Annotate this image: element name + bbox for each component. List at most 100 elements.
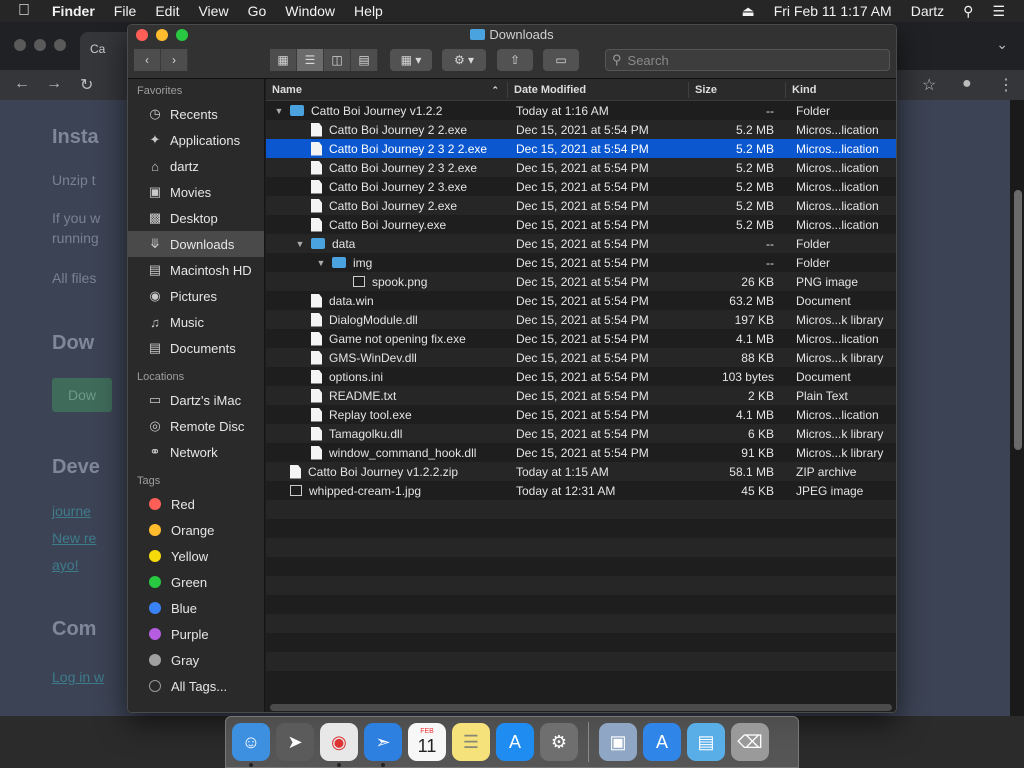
file-row[interactable]: data.win Dec 15, 2021 at 5:54 PM 63.2 MB Do… xyxy=(266,291,896,310)
sidebar-item-macintosh-hd[interactable]: ▤ Macintosh HD xyxy=(128,257,264,283)
app-store-icon[interactable]: A xyxy=(496,723,534,761)
chevron-down-icon[interactable]: ⌄ xyxy=(996,36,1008,53)
file-row[interactable]: options.ini Dec 15, 2021 at 5:54 PM 103 by… xyxy=(266,367,896,386)
file-row[interactable]: ▼ img Dec 15, 2021 at 5:54 PM -- Folder xyxy=(266,253,896,272)
menu-clock[interactable]: Fri Feb 11 1:17 AM xyxy=(774,3,892,19)
file-row[interactable]: spook.png Dec 15, 2021 at 5:54 PM 26 KB PNG… xyxy=(266,272,896,291)
tags-button[interactable]: ▭ xyxy=(543,49,579,71)
sidebar-item-recents[interactable]: ◷ Recents xyxy=(128,101,264,127)
sidebar-tag-purple[interactable]: Purple xyxy=(128,621,264,647)
sidebar-tag-all-tags[interactable]: All Tags... xyxy=(128,673,264,699)
forward-icon[interactable]: → xyxy=(46,75,62,93)
page-link[interactable]: Log in w xyxy=(52,669,104,685)
page-link[interactable]: journe xyxy=(52,503,91,519)
download-button[interactable]: Dow xyxy=(52,378,112,412)
sidebar-item-pictures[interactable]: ◉ Pictures xyxy=(128,283,264,309)
page-link[interactable]: New re xyxy=(52,530,96,546)
preview-icon[interactable]: ▣ xyxy=(599,723,637,761)
file-row[interactable]: Game not opening fix.exe Dec 15, 2021 at … xyxy=(266,329,896,348)
list-view-button[interactable]: ☰ xyxy=(297,49,324,71)
group-button[interactable]: ▦ ▾ xyxy=(390,49,432,71)
file-row[interactable]: Catto Boi Journey 2 3 2 2.exe Dec 15, 202… xyxy=(266,139,896,158)
column-header-date[interactable]: Date Modified xyxy=(508,81,689,98)
sidebar-item-downloads[interactable]: ⤋ Downloads xyxy=(128,231,264,257)
applications-folder-icon[interactable]: A xyxy=(643,723,681,761)
file-row[interactable]: Tamagolku.dll Dec 15, 2021 at 5:54 PM 6 KB… xyxy=(266,424,896,443)
sidebar-tag-yellow[interactable]: Yellow xyxy=(128,543,264,569)
disclosure-triangle-icon[interactable]: ▼ xyxy=(274,106,284,116)
menu-window[interactable]: Window xyxy=(285,3,335,19)
horizontal-scrollbar[interactable] xyxy=(270,704,892,711)
column-view-button[interactable]: ◫ xyxy=(324,49,351,71)
file-row[interactable]: Catto Boi Journey 2 2.exe Dec 15, 2021 at… xyxy=(266,120,896,139)
column-header-kind[interactable]: Kind xyxy=(786,82,896,98)
sidebar-item-dartz-s-imac[interactable]: ▭ Dartz's iMac xyxy=(128,387,264,413)
notes-icon[interactable]: ☰ xyxy=(452,723,490,761)
sidebar-item-desktop[interactable]: ▩ Desktop xyxy=(128,205,264,231)
file-row[interactable]: Replay tool.exe Dec 15, 2021 at 5:54 PM 4.… xyxy=(266,405,896,424)
file-row[interactable]: whipped-cream-1.jpg Today at 12:31 AM 45 K… xyxy=(266,481,896,500)
downloads-folder-icon[interactable]: ▤ xyxy=(687,723,725,761)
menu-view[interactable]: View xyxy=(198,3,228,19)
launchpad-icon[interactable]: ➤ xyxy=(276,723,314,761)
trash-icon[interactable]: ⌫ xyxy=(731,723,769,761)
menu-help[interactable]: Help xyxy=(354,3,383,19)
file-row[interactable]: Catto Boi Journey.exe Dec 15, 2021 at 5:5… xyxy=(266,215,896,234)
icon-view-button[interactable]: ▦ xyxy=(270,49,297,71)
bookmark-star-icon[interactable]: ☆ xyxy=(922,75,936,95)
file-row[interactable]: Catto Boi Journey 2 3 2.exe Dec 15, 2021 … xyxy=(266,158,896,177)
file-row[interactable]: GMS-WinDev.dll Dec 15, 2021 at 5:54 PM 88 … xyxy=(266,348,896,367)
menu-file[interactable]: File xyxy=(114,3,137,19)
menu-app-name[interactable]: Finder xyxy=(52,3,95,19)
file-row[interactable]: ▼ Catto Boi Journey v1.2.2 Today at 1:16 A… xyxy=(266,101,896,120)
gallery-view-button[interactable]: ▤ xyxy=(351,49,378,71)
file-row[interactable]: Catto Boi Journey v1.2.2.zip Today at 1:1… xyxy=(266,462,896,481)
back-button[interactable]: ‹ xyxy=(134,49,161,71)
back-icon[interactable]: ← xyxy=(14,75,30,93)
disclosure-triangle-icon[interactable]: ▼ xyxy=(316,258,326,268)
sidebar-item-applications[interactable]: ✦ Applications xyxy=(128,127,264,153)
forward-button[interactable]: › xyxy=(161,49,188,71)
file-row[interactable]: README.txt Dec 15, 2021 at 5:54 PM 2 KB Pla… xyxy=(266,386,896,405)
finder-icon[interactable]: ☺ xyxy=(232,723,270,767)
search-input[interactable] xyxy=(627,52,878,68)
chrome-icon[interactable]: ◉ xyxy=(320,723,358,767)
apple-menu-icon[interactable]:  xyxy=(18,2,38,20)
file-row[interactable]: Catto Boi Journey 2.exe Dec 15, 2021 at 5… xyxy=(266,196,896,215)
profile-icon[interactable]: ● xyxy=(962,75,972,93)
sidebar-item-movies[interactable]: ▣ Movies xyxy=(128,179,264,205)
sidebar-item-remote-disc[interactable]: ◎ Remote Disc xyxy=(128,413,264,439)
page-link[interactable]: ayo! xyxy=(52,557,78,573)
menu-go[interactable]: Go xyxy=(248,3,267,19)
sidebar-tag-orange[interactable]: Orange xyxy=(128,517,264,543)
sidebar-tag-green[interactable]: Green xyxy=(128,569,264,595)
safari-icon[interactable]: ➣ xyxy=(364,723,402,767)
calendar-icon[interactable]: FEB 11 xyxy=(408,723,446,761)
notification-center-icon[interactable]: ☰ xyxy=(992,3,1005,20)
spotlight-search-icon[interactable]: ⚲ xyxy=(963,3,973,20)
eject-icon[interactable]: ⏏ xyxy=(741,3,754,20)
column-header-name[interactable]: Name ⌃ xyxy=(266,81,508,98)
action-button[interactable]: ⚙ ▾ xyxy=(442,49,486,71)
share-button[interactable]: ⇧ xyxy=(497,49,533,71)
sidebar-item-dartz[interactable]: ⌂ dartz xyxy=(128,153,264,179)
browser-scrollbar[interactable] xyxy=(1014,190,1022,450)
disclosure-triangle-icon[interactable]: ▼ xyxy=(295,239,305,249)
sidebar-item-documents[interactable]: ▤ Documents xyxy=(128,335,264,361)
file-row[interactable]: window_command_hook.dll Dec 15, 2021 at 5… xyxy=(266,443,896,462)
menu-user[interactable]: Dartz xyxy=(911,3,944,19)
more-menu-icon[interactable]: ⋮ xyxy=(998,75,1014,95)
file-row[interactable]: ▼ data Dec 15, 2021 at 5:54 PM -- Folder xyxy=(266,234,896,253)
sidebar-tag-red[interactable]: Red xyxy=(128,491,264,517)
sidebar-item-network[interactable]: ⚭ Network xyxy=(128,439,264,465)
search-field[interactable]: ⚲ xyxy=(605,49,890,71)
system-preferences-icon[interactable]: ⚙ xyxy=(540,723,578,761)
file-row[interactable]: Catto Boi Journey 2 3.exe Dec 15, 2021 at… xyxy=(266,177,896,196)
sidebar-item-music[interactable]: ♫ Music xyxy=(128,309,264,335)
file-row[interactable]: DialogModule.dll Dec 15, 2021 at 5:54 PM 1… xyxy=(266,310,896,329)
menu-edit[interactable]: Edit xyxy=(155,3,179,19)
column-header-size[interactable]: Size xyxy=(689,81,786,98)
sidebar-tag-blue[interactable]: Blue xyxy=(128,595,264,621)
sidebar-tag-gray[interactable]: Gray xyxy=(128,647,264,673)
reload-icon[interactable]: ↻ xyxy=(80,75,93,95)
